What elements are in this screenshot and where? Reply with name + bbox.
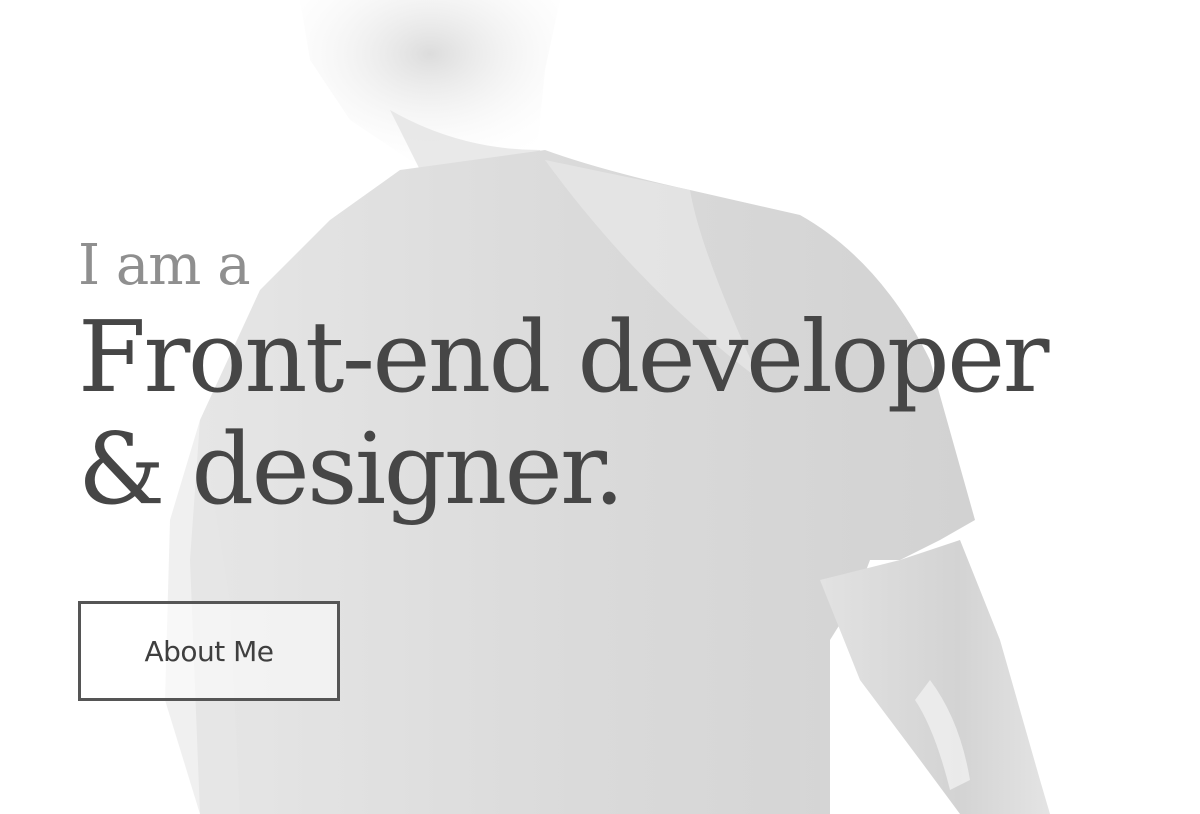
hero-text: I am a Front-end developer & designer. [78,232,1188,526]
hero-section: I am a Front-end developer & designer. A… [0,0,1200,814]
headline-line-1: Front-end developer [78,301,1049,415]
headline: Front-end developer & designer. [78,302,1188,526]
headline-line-2: & designer. [78,413,625,527]
about-me-button[interactable]: About Me [78,601,340,701]
intro-text: I am a [78,233,251,298]
